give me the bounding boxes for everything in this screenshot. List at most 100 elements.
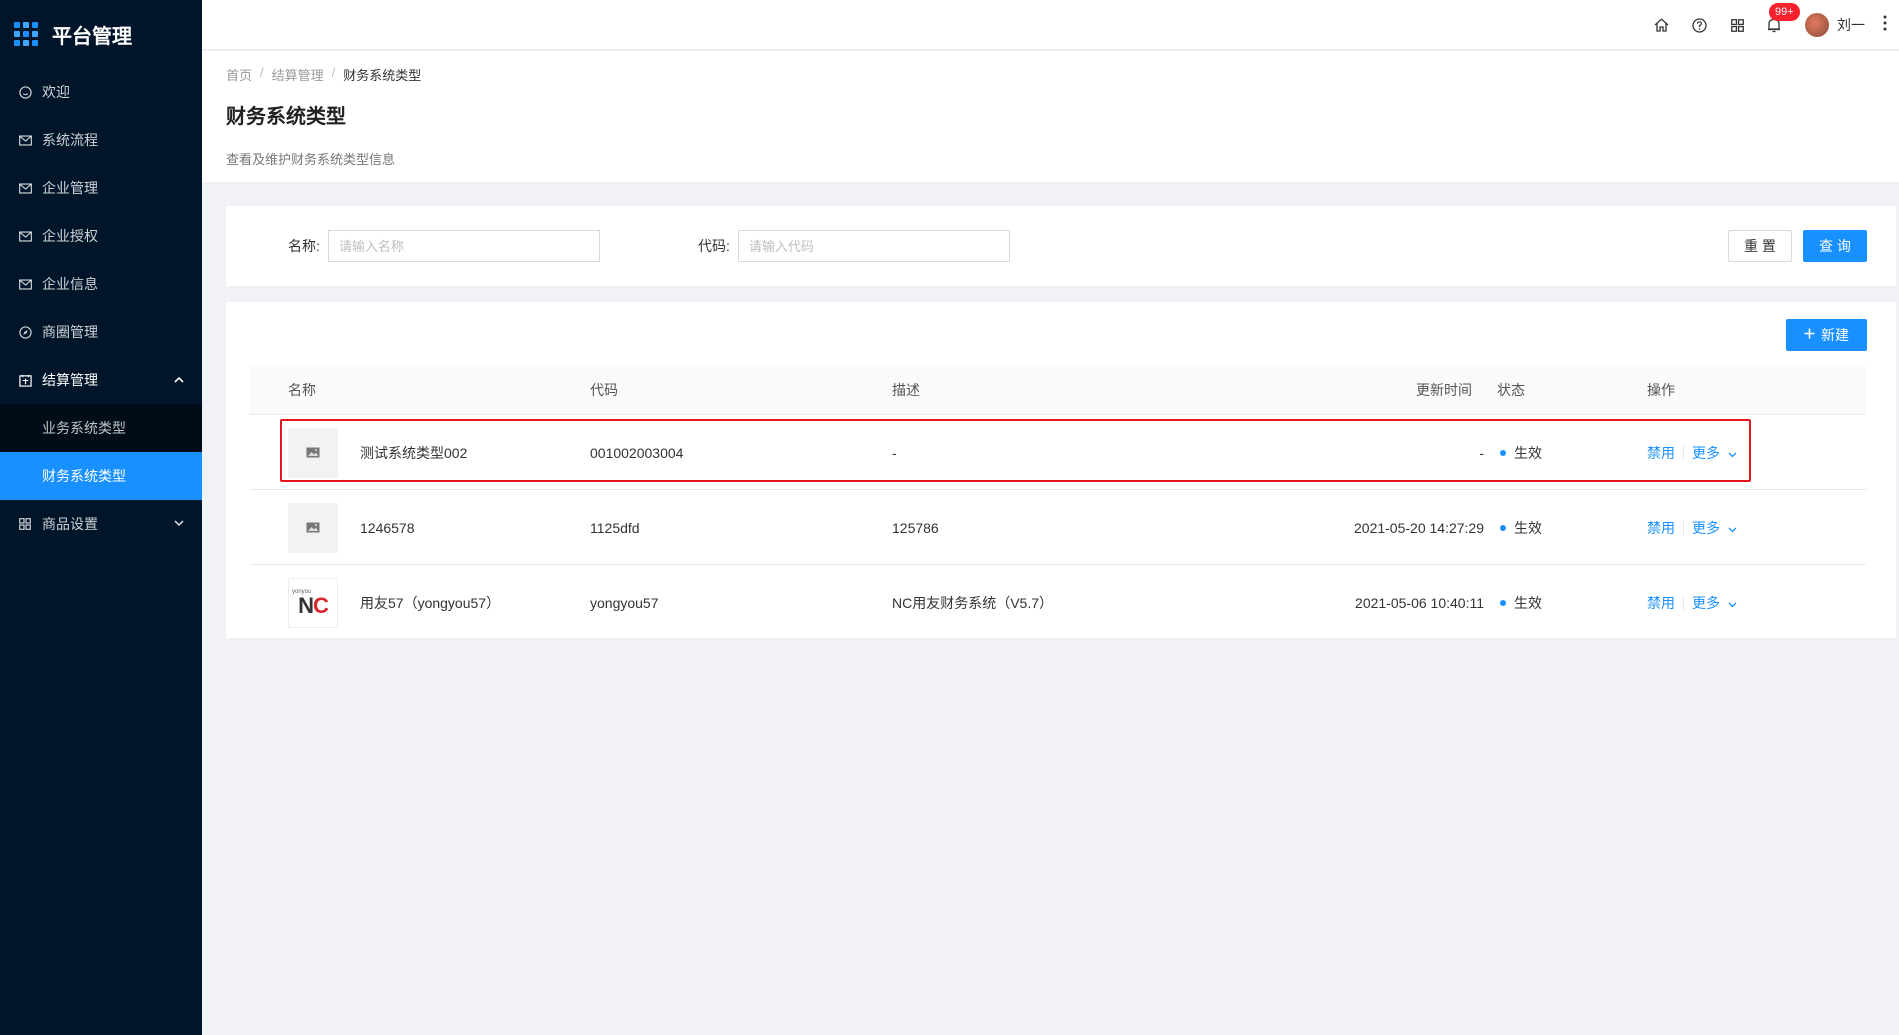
more-dropdown[interactable]: 更多 bbox=[1692, 443, 1737, 463]
app-logo[interactable]: 平台管理 bbox=[0, 0, 202, 68]
sidebar-item-system-flow[interactable]: 系统流程 bbox=[0, 116, 202, 164]
reset-button[interactable]: 重 置 bbox=[1728, 230, 1792, 262]
mail-icon bbox=[18, 277, 32, 291]
status-text: 生效 bbox=[1514, 594, 1542, 611]
row-actions: 禁用 更多 bbox=[1647, 565, 1737, 640]
settlement-submenu: 业务系统类型 财务系统类型 bbox=[0, 404, 202, 500]
column-header-name: 名称 bbox=[288, 382, 316, 398]
code-field: 代码: bbox=[698, 230, 1010, 262]
chevron-down-icon bbox=[174, 518, 184, 530]
disable-button[interactable]: 禁用 bbox=[1647, 443, 1675, 463]
username[interactable]: 刘一 bbox=[1837, 15, 1865, 35]
table-header: 名称 代码 描述 更新时间 状态 操作 bbox=[250, 365, 1866, 415]
breadcrumb-separator: / bbox=[331, 65, 336, 80]
row-name: 测试系统类型002 bbox=[360, 444, 468, 461]
mail-icon bbox=[18, 181, 32, 195]
sidebar-item-enterprise-authorization[interactable]: 企业授权 bbox=[0, 212, 202, 260]
row-description: - bbox=[892, 444, 897, 461]
sidebar-item-label: 商圈管理 bbox=[42, 324, 98, 340]
more-label: 更多 bbox=[1692, 594, 1720, 611]
sidebar-item-finance-system-type[interactable]: 财务系统类型 bbox=[0, 452, 202, 500]
appstore-icon bbox=[18, 517, 32, 531]
smile-icon bbox=[18, 85, 32, 99]
breadcrumb-current: 财务系统类型 bbox=[343, 68, 422, 83]
column-header-description: 描述 bbox=[892, 382, 920, 398]
row-description: 125786 bbox=[892, 519, 939, 536]
row-name: 1246578 bbox=[360, 519, 415, 536]
data-table: 名称 代码 描述 更新时间 状态 操作 测试系统类型002 0010020030… bbox=[250, 365, 1866, 640]
more-label: 更多 bbox=[1692, 519, 1720, 536]
more-label: 更多 bbox=[1692, 444, 1720, 461]
row-actions: 禁用 更多 bbox=[1647, 490, 1737, 565]
grid-logo-icon bbox=[14, 22, 38, 46]
chevron-down-icon bbox=[1728, 524, 1737, 536]
sidebar: 平台管理 欢迎 系统流程 企业管理 企业授权 企业信息 商圈管理 结算管理 业务… bbox=[0, 0, 202, 1035]
search-form: 名称: 代码: 重 置 查 询 bbox=[226, 206, 1896, 286]
sidebar-item-label: 企业授权 bbox=[42, 228, 98, 244]
row-status: 生效 bbox=[1500, 565, 1542, 640]
action-divider bbox=[1683, 445, 1684, 460]
status-dot bbox=[1500, 449, 1506, 456]
row-name: 用友57（yongyou57） bbox=[360, 594, 501, 611]
status-dot bbox=[1500, 524, 1506, 531]
row-logo bbox=[288, 490, 338, 565]
breadcrumb-separator: / bbox=[260, 65, 264, 80]
more-dropdown[interactable]: 更多 bbox=[1692, 518, 1737, 538]
sidebar-item-enterprise-info[interactable]: 企业信息 bbox=[0, 260, 202, 308]
table-row: 测试系统类型002 001002003004 - - 生效 禁用 更多 bbox=[250, 415, 1866, 490]
sidebar-item-label: 业务系统类型 bbox=[42, 420, 126, 436]
sidebar-item-business-district[interactable]: 商圈管理 bbox=[0, 308, 202, 356]
sidebar-item-label: 结算管理 bbox=[42, 372, 98, 388]
sidebar-item-settlement[interactable]: 结算管理 bbox=[0, 356, 202, 404]
new-button-label: 新建 bbox=[1821, 327, 1849, 343]
table-card: 新建 名称 代码 描述 更新时间 状态 操作 测试系统类型002 0010020… bbox=[226, 302, 1896, 638]
row-code: 001002003004 bbox=[590, 444, 684, 461]
row-code: yongyou57 bbox=[590, 594, 659, 611]
sidebar-item-welcome[interactable]: 欢迎 bbox=[0, 68, 202, 116]
code-input[interactable] bbox=[737, 230, 1010, 262]
sidebar-item-business-system-type[interactable]: 业务系统类型 bbox=[0, 404, 202, 452]
appstore-icon[interactable] bbox=[1729, 17, 1745, 33]
column-header-code: 代码 bbox=[590, 382, 618, 398]
more-dropdown[interactable]: 更多 bbox=[1692, 593, 1737, 613]
column-header-status: 状态 bbox=[1497, 382, 1525, 398]
breadcrumb-settlement[interactable]: 结算管理 bbox=[272, 65, 324, 84]
row-status: 生效 bbox=[1500, 490, 1542, 565]
row-status: 生效 bbox=[1500, 415, 1542, 490]
compass-icon bbox=[18, 325, 32, 339]
row-logo: yonyou NC bbox=[288, 565, 338, 640]
disable-button[interactable]: 禁用 bbox=[1647, 593, 1675, 613]
home-icon[interactable] bbox=[1653, 17, 1669, 33]
mail-icon bbox=[18, 229, 32, 243]
query-button[interactable]: 查 询 bbox=[1803, 230, 1867, 262]
breadcrumb-home[interactable]: 首页 bbox=[226, 65, 252, 84]
status-text: 生效 bbox=[1514, 444, 1542, 461]
page-header: 首页 / 结算管理 / 财务系统类型 财务系统类型 查看及维护财务系统类型信息 bbox=[202, 51, 1899, 182]
page-description: 查看及维护财务系统类型信息 bbox=[226, 152, 396, 167]
sidebar-item-product-settings[interactable]: 商品设置 bbox=[0, 500, 202, 548]
image-placeholder-icon bbox=[288, 502, 338, 553]
column-header-updated: 更新时间 bbox=[1416, 382, 1472, 398]
new-button[interactable]: 新建 bbox=[1786, 319, 1867, 351]
table-row: 1246578 1125dfd 125786 2021-05-20 14:27:… bbox=[250, 490, 1866, 565]
chevron-up-icon bbox=[174, 374, 184, 386]
row-actions: 禁用 更多 bbox=[1647, 415, 1737, 490]
name-input[interactable] bbox=[327, 230, 600, 262]
more-vertical-icon[interactable] bbox=[1883, 15, 1887, 36]
row-updated: 2021-05-06 10:40:11 bbox=[1355, 594, 1484, 611]
disable-button[interactable]: 禁用 bbox=[1647, 518, 1675, 538]
sidebar-item-label: 财务系统类型 bbox=[42, 468, 126, 484]
header-actions: 99+ 刘一 bbox=[1631, 0, 1887, 50]
question-icon[interactable] bbox=[1691, 17, 1707, 33]
row-logo bbox=[288, 415, 338, 490]
table-row: yonyou NC 用友57（yongyou57） yongyou57 NC用友… bbox=[250, 565, 1866, 640]
name-field: 名称: bbox=[288, 230, 600, 262]
sidebar-item-label: 企业信息 bbox=[42, 276, 98, 292]
nc-brand-logo: yonyou NC bbox=[288, 577, 338, 628]
avatar[interactable] bbox=[1805, 13, 1829, 37]
logo-mark: NC bbox=[298, 592, 329, 618]
notification-button[interactable]: 99+ bbox=[1767, 3, 1800, 33]
sidebar-item-enterprise-management[interactable]: 企业管理 bbox=[0, 164, 202, 212]
sidebar-item-label: 欢迎 bbox=[42, 84, 70, 100]
image-placeholder-icon bbox=[288, 427, 338, 478]
